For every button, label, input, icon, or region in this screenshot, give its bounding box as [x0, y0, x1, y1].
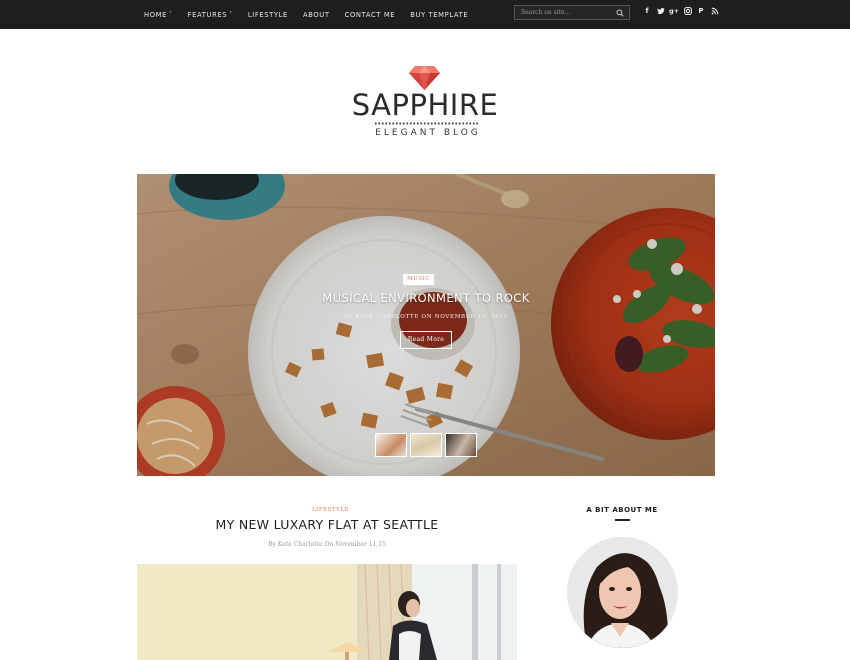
- slider-thumbnail[interactable]: [410, 433, 442, 457]
- slider-thumbnails: [375, 433, 480, 457]
- logo-dotted-divider: [374, 122, 478, 125]
- search-placeholder: Search on site...: [521, 9, 571, 16]
- post-meta: By Kate Charlotte On November 11,15: [268, 541, 386, 548]
- social-links: f g+ P: [643, 7, 724, 15]
- chevron-down-icon: ˅: [169, 11, 173, 18]
- slide-meta: BY KATE CHARLOTTE ON NOVEMBER 11, 2015: [344, 314, 508, 320]
- post-category[interactable]: LIFESTYLE: [312, 507, 349, 513]
- instagram-icon[interactable]: [683, 7, 692, 15]
- twitter-icon[interactable]: [656, 7, 665, 15]
- facebook-icon[interactable]: f: [643, 7, 651, 15]
- nav-item-home[interactable]: HOME ˅: [144, 11, 173, 19]
- pinterest-icon[interactable]: P: [697, 7, 705, 15]
- featured-slider[interactable]: MUSIC MUSICAL ENVIRONMENT TO ROCK BY KAT…: [137, 174, 715, 476]
- slide-category-badge[interactable]: MUSIC: [403, 274, 434, 285]
- slide-title[interactable]: MUSICAL ENVIRONMENT TO ROCK: [137, 291, 715, 305]
- author-photo: [567, 537, 678, 648]
- search-icon[interactable]: [616, 8, 624, 17]
- site-title[interactable]: SAPPHIRE: [0, 88, 850, 122]
- post-title[interactable]: MY NEW LUXARY FLAT AT SEATTLE: [137, 517, 517, 532]
- rss-icon[interactable]: [711, 7, 719, 15]
- main-menu: HOME ˅ FEATURES ˅ LIFESTYLE ABOUT CONTACT …: [144, 0, 483, 29]
- search-input[interactable]: Search on site...: [514, 5, 630, 20]
- site-tagline: ELEGANT BLOG: [375, 128, 481, 138]
- author-avatar: [567, 537, 678, 648]
- nav-item-features[interactable]: FEATURES ˅: [188, 11, 233, 19]
- about-widget-title: A BIT ABOUT ME: [586, 506, 658, 514]
- slide-overlay: [137, 174, 715, 476]
- nav-item-buy-template[interactable]: BUY TEMPLATE: [410, 11, 468, 19]
- chevron-down-icon: ˅: [229, 11, 233, 18]
- post-featured-image[interactable]: [137, 564, 517, 660]
- widget-title-underline: [615, 519, 630, 521]
- top-navigation-bar: HOME ˅ FEATURES ˅ LIFESTYLE ABOUT CONTACT …: [0, 0, 850, 29]
- read-more-button[interactable]: Read More: [400, 331, 452, 349]
- slider-thumbnail[interactable]: [375, 433, 407, 457]
- nav-item-contact-me[interactable]: CONTACT ME: [345, 11, 396, 19]
- slider-thumbnail[interactable]: [445, 433, 477, 457]
- nav-item-lifestyle[interactable]: LIFESTYLE: [248, 11, 288, 19]
- google-plus-icon[interactable]: g+: [669, 7, 679, 15]
- nav-item-about[interactable]: ABOUT: [303, 11, 330, 19]
- post-image-graphic: [137, 564, 517, 660]
